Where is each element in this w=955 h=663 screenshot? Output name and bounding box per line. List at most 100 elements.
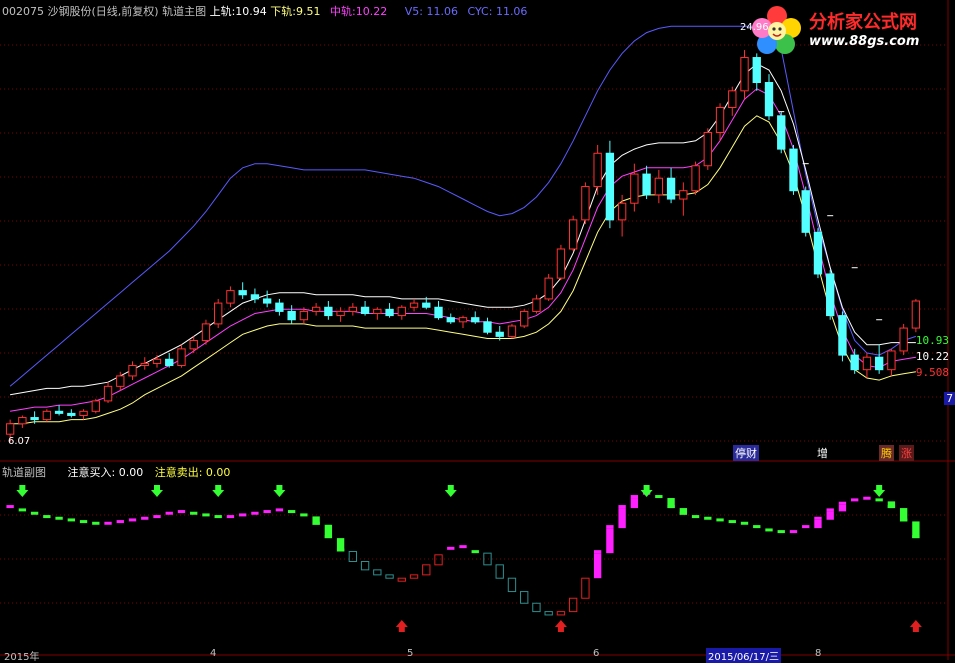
oscillator-dot bbox=[471, 550, 479, 554]
candle-body bbox=[630, 173, 639, 204]
oscillator-dot bbox=[263, 510, 271, 514]
oscillator-dot bbox=[92, 521, 100, 525]
sub-chart-header: 轨道副图 注意买入: 0.00 注意卖出: 0.00 bbox=[2, 464, 230, 480]
oscillator-box bbox=[520, 591, 529, 604]
candle-body bbox=[446, 317, 455, 323]
candle-body bbox=[556, 248, 566, 279]
oscillator-dot bbox=[863, 496, 871, 500]
candle-body bbox=[262, 298, 272, 304]
candle-body bbox=[42, 410, 52, 421]
sell-arrow-icon bbox=[16, 485, 29, 497]
sell-arrow-icon bbox=[873, 485, 886, 497]
sell-arrow-icon bbox=[212, 485, 225, 497]
oscillator-box bbox=[556, 611, 566, 616]
candle-body bbox=[434, 306, 443, 319]
oscillator-dot bbox=[177, 510, 186, 514]
oscillator-dot bbox=[459, 545, 467, 549]
logo-title: 分析家公式网 bbox=[809, 12, 917, 33]
oscillator-dot bbox=[67, 518, 75, 522]
date-label-b: 4 bbox=[210, 648, 217, 659]
candle-body bbox=[617, 202, 627, 221]
stock-chart bbox=[0, 0, 955, 660]
candle-body bbox=[826, 273, 835, 317]
upper-label: 上轨: bbox=[209, 5, 236, 18]
oscillator-dot bbox=[691, 515, 700, 519]
buy-arrow-icon bbox=[909, 620, 922, 632]
oscillator-dot bbox=[287, 510, 296, 514]
tag-b: 增 bbox=[817, 447, 828, 460]
candle-body bbox=[728, 90, 737, 108]
candle-body bbox=[495, 331, 504, 337]
candle-body bbox=[324, 306, 333, 317]
mid-label: 中轨: bbox=[330, 5, 356, 18]
candle-body bbox=[581, 186, 590, 221]
candle-body bbox=[152, 358, 162, 364]
upper-value: 10.94 bbox=[235, 5, 267, 18]
candle-body bbox=[568, 219, 578, 250]
date-label-c: 5 bbox=[407, 648, 414, 659]
candle-body bbox=[67, 412, 76, 416]
min-price-annotation: 6.07 bbox=[8, 436, 31, 447]
oscillator-box bbox=[360, 561, 370, 571]
cyc-line bbox=[9, 25, 917, 387]
oscillator-dot bbox=[202, 513, 210, 517]
oscillator-box bbox=[373, 569, 382, 576]
candle-body bbox=[532, 298, 541, 312]
oscillator-dot bbox=[618, 505, 626, 509]
sell-arrow-icon bbox=[273, 485, 286, 497]
right-lower-value: 9.508 bbox=[915, 366, 949, 379]
cyc-label: CYC: 11.06 bbox=[467, 5, 528, 18]
buy-arrow-icon bbox=[554, 620, 567, 632]
candle-body bbox=[397, 306, 406, 317]
candle-body bbox=[777, 115, 786, 150]
oscillator-dot bbox=[239, 513, 247, 517]
oscillator-dot bbox=[251, 511, 259, 515]
sell-arrow-icon bbox=[640, 485, 653, 497]
candle-body bbox=[5, 423, 15, 435]
oscillator-dot bbox=[765, 528, 773, 532]
candle-body bbox=[471, 317, 480, 323]
oscillator-dot bbox=[226, 515, 235, 519]
oscillator-dot bbox=[630, 495, 639, 499]
oscillator-dot bbox=[606, 525, 614, 529]
oscillator-dot bbox=[141, 516, 149, 520]
oscillator-dot bbox=[740, 521, 749, 525]
oscillator-box bbox=[422, 564, 431, 576]
oscillator-dot bbox=[802, 525, 810, 529]
oscillator-dot bbox=[55, 516, 63, 520]
oscillator-dot bbox=[875, 498, 883, 502]
candle-body bbox=[520, 310, 529, 327]
oscillator-dot bbox=[6, 505, 14, 509]
site-logo: 分析家公式网 www.88gs.com bbox=[749, 4, 949, 54]
oscillator-dot bbox=[789, 530, 798, 534]
oscillator-dot bbox=[826, 508, 834, 512]
oscillator-dot bbox=[447, 546, 455, 550]
candle-body bbox=[201, 323, 211, 342]
lower-label: 下轨: bbox=[270, 5, 297, 18]
oscillator-dot bbox=[753, 525, 761, 529]
candle-body bbox=[128, 365, 137, 377]
candle-body bbox=[887, 350, 896, 371]
oscillator-box bbox=[532, 602, 541, 613]
oscillator-dot bbox=[275, 508, 284, 512]
oscillator-dot bbox=[190, 511, 198, 515]
right-edge-value: 7 bbox=[944, 392, 955, 405]
candle-body bbox=[679, 190, 688, 200]
candle-body bbox=[483, 321, 492, 333]
oscillator-bar bbox=[838, 504, 847, 512]
oscillator-bar bbox=[593, 553, 602, 579]
oscillator-bar bbox=[336, 538, 345, 552]
candle-body bbox=[116, 375, 125, 387]
oscillator-dot bbox=[655, 495, 663, 499]
oscillator-dot bbox=[43, 515, 51, 519]
candle-body bbox=[507, 325, 517, 337]
candle-body bbox=[801, 190, 810, 233]
mid-value: 10.22 bbox=[355, 5, 388, 18]
candle-body bbox=[336, 310, 345, 317]
logo-url: www.88gs.com bbox=[809, 34, 920, 49]
oscillator-dot bbox=[728, 520, 736, 524]
candle-body bbox=[275, 302, 284, 312]
candle-body bbox=[715, 106, 725, 133]
oscillator-dot bbox=[838, 501, 847, 505]
chart-header: 002075 沙钢股份(日线,前复权) 轨道主图 上轨:10.94 下轨:9.5… bbox=[2, 3, 527, 19]
